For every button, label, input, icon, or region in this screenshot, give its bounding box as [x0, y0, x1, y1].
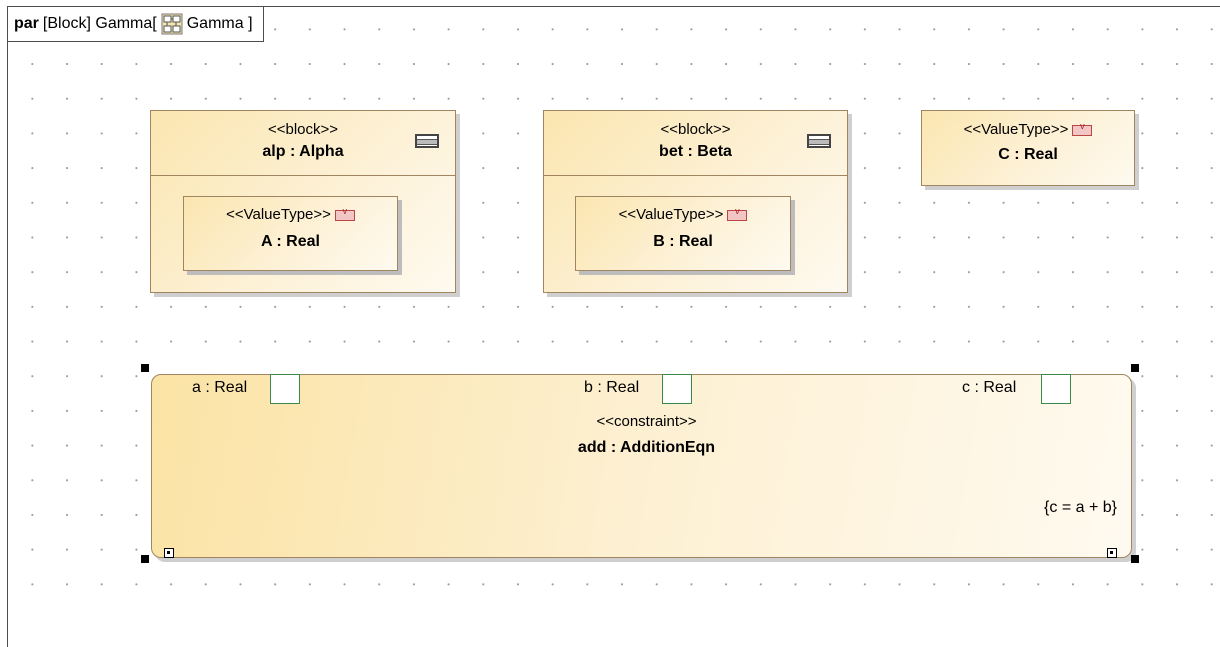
- frame-title-block: Gamma ]: [186, 15, 253, 32]
- part-A[interactable]: <<ValueType>> A : Real: [183, 196, 398, 271]
- valuetype-C[interactable]: <<ValueType>> C : Real: [921, 110, 1135, 186]
- part-name: A : Real: [261, 233, 320, 250]
- param-a-label: a : Real: [192, 379, 248, 396]
- param-b-port[interactable]: [662, 374, 692, 404]
- block-bet[interactable]: <<block>> bet : Beta <<ValueType>> B : R…: [543, 110, 848, 293]
- part-stereotype: <<ValueType>>: [576, 206, 790, 223]
- block-stereotype: <<block>>: [267, 121, 339, 138]
- constraint-name: add : AdditionEqn: [577, 439, 716, 456]
- part-stereotype: <<ValueType>>: [184, 206, 397, 223]
- bottom-left-handle-icon[interactable]: [164, 548, 174, 558]
- frame-title-tab[interactable]: par [Block] Gamma[ Gamma ]: [8, 7, 264, 42]
- block-name: bet : Beta: [659, 143, 732, 160]
- block-alp[interactable]: <<block>> alp : Alpha <<ValueType>> A : …: [150, 110, 456, 293]
- block-compartment-icon: [415, 134, 439, 148]
- selection-handle-bottom-right[interactable]: [1131, 555, 1139, 563]
- constraint-add[interactable]: a : Real b : Real c : Real <<constraint>…: [151, 374, 1132, 558]
- valuetype-stereotype: <<ValueType>>: [922, 121, 1134, 138]
- selection-handle-bottom-left[interactable]: [141, 555, 149, 563]
- constraint-expression: {c = a + b}: [1044, 499, 1117, 516]
- part-B[interactable]: <<ValueType>> B : Real: [575, 196, 791, 271]
- bottom-right-handle-icon[interactable]: [1107, 548, 1117, 558]
- block-separator: [151, 175, 455, 176]
- block-compartment-icon: [807, 134, 831, 148]
- block-separator: [544, 175, 847, 176]
- selection-handle-top-right[interactable]: [1131, 364, 1139, 372]
- param-b-label: b : Real: [584, 379, 640, 396]
- frame-keyword: par: [14, 15, 39, 32]
- frame-title-prefix: [Block] Gamma[: [42, 15, 157, 32]
- part-name: B : Real: [653, 233, 713, 250]
- valuetype-icon: [1072, 121, 1093, 136]
- constraint-stereotype: <<constraint>>: [596, 413, 697, 430]
- block-stereotype: <<block>>: [660, 121, 731, 138]
- param-a-port[interactable]: [270, 374, 300, 404]
- block-name: alp : Alpha: [262, 143, 344, 160]
- block-diagram-icon: [161, 13, 183, 35]
- param-c-port[interactable]: [1041, 374, 1071, 404]
- param-c-label: c : Real: [962, 379, 1017, 396]
- valuetype-name: C : Real: [998, 146, 1058, 163]
- selection-handle-top-left[interactable]: [141, 364, 149, 372]
- valuetype-icon: [334, 206, 355, 221]
- valuetype-icon: [727, 206, 748, 221]
